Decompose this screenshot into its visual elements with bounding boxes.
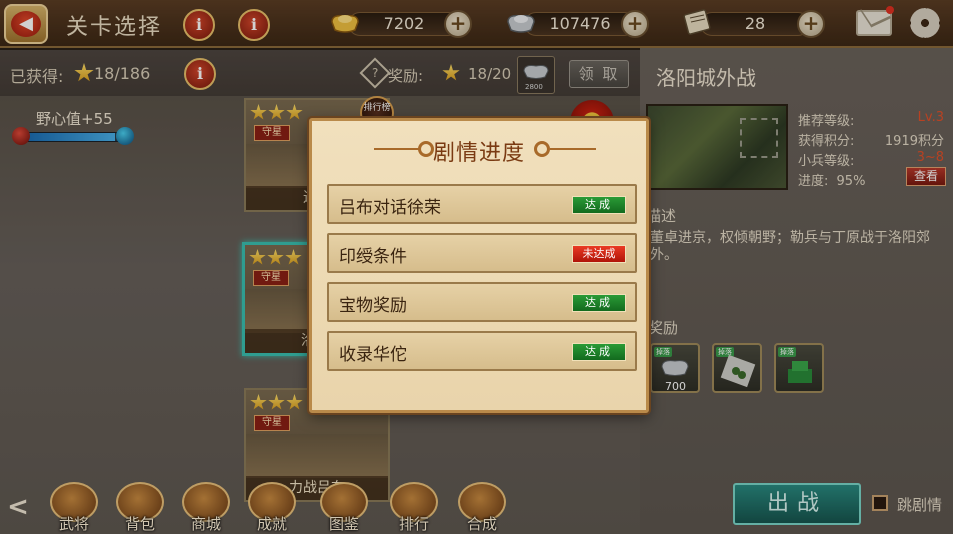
- task-label: 吕布对话徐荣: [339, 198, 441, 218]
- task-row: 收录华佗 达成: [327, 331, 637, 371]
- modal-title: 剧情进度: [432, 141, 525, 166]
- task-label: 印绶条件: [339, 247, 407, 267]
- story-progress-modal: 剧情进度 吕布对话徐荣 达成 印绶条件 未达成 宝物奖励 达成 收录华佗 达成: [309, 118, 649, 413]
- task-row: 宝物奖励 达成: [327, 282, 637, 322]
- status-badge: 达成: [572, 343, 626, 361]
- status-badge: 达成: [572, 294, 626, 312]
- task-label: 收录华佗: [339, 345, 407, 365]
- title-ornament-right: [530, 137, 596, 161]
- status-badge: 达成: [572, 196, 626, 214]
- task-row: 吕布对话徐荣 达成: [327, 184, 637, 224]
- game-screen: ◀ 关卡选择 i i 7202 + 107476 + 28 + 已获得: 18/…: [0, 0, 953, 534]
- status-badge: 未达成: [572, 245, 626, 263]
- task-label: 宝物奖励: [339, 296, 407, 316]
- task-row: 印绶条件 未达成: [327, 233, 637, 273]
